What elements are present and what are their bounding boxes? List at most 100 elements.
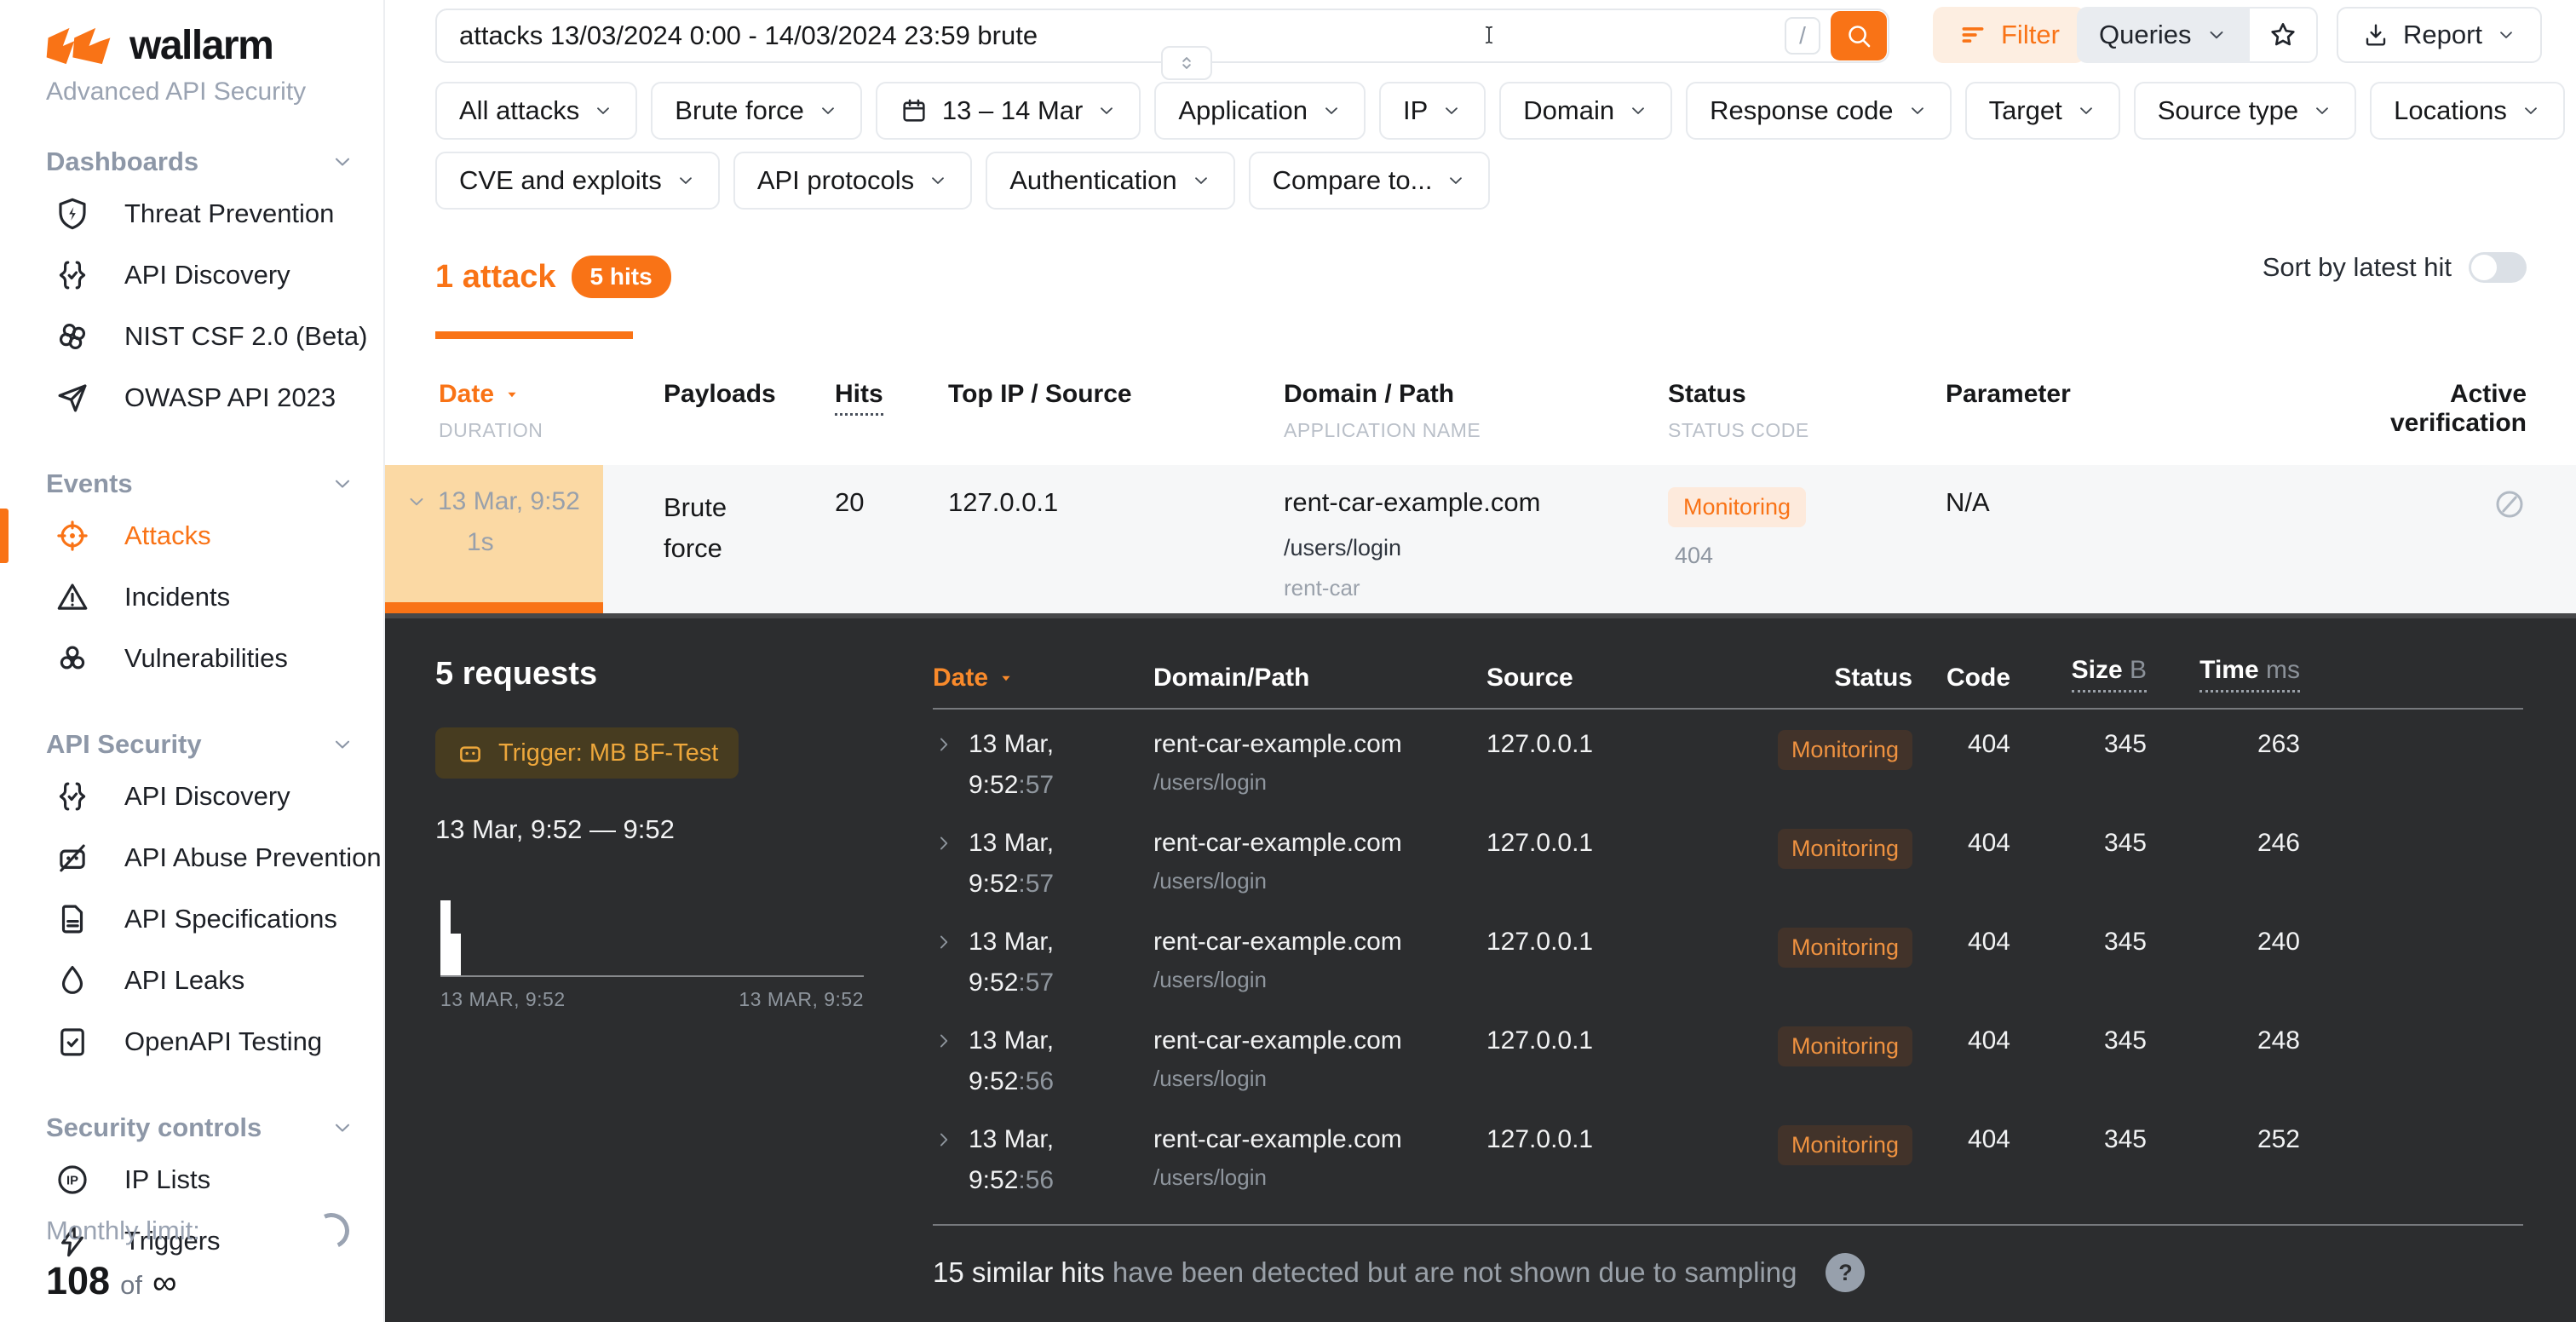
chevron-down-icon <box>1321 101 1342 121</box>
chip-authentication[interactable]: Authentication <box>986 152 1234 210</box>
chart-bar-2 <box>451 934 461 975</box>
filter-chips-row-1: All attacks Brute force 13 – 14 Mar Appl… <box>435 82 2565 140</box>
chip-cve-exploits[interactable]: CVE and exploits <box>435 152 720 210</box>
sidebar-section-security-controls[interactable]: Security controls <box>0 1106 383 1149</box>
chevron-down-icon <box>1446 170 1466 191</box>
shield-bolt-icon <box>55 196 90 232</box>
col-source: Source <box>1486 664 1772 693</box>
text-cursor <box>1478 14 1500 56</box>
sort-by-latest-hit: Sort by latest hit <box>2263 252 2527 283</box>
target-icon <box>55 518 90 554</box>
download-icon <box>2362 21 2389 49</box>
brand[interactable]: wallarm <box>0 22 383 69</box>
attacks-summary-tab[interactable]: 1 attack 5 hits <box>435 256 671 298</box>
active-verification-cell[interactable] <box>2493 487 2527 613</box>
favorite-query-button[interactable] <box>2250 7 2318 63</box>
request-row[interactable]: 13 Mar, 9:52:56 rent-car-example.com /us… <box>933 1006 2523 1105</box>
search-button[interactable] <box>1831 11 1887 60</box>
sidebar-item-incidents[interactable]: Incidents <box>0 566 383 628</box>
chevron-right-icon[interactable] <box>933 1129 955 1151</box>
sidebar-item-ip-lists[interactable]: IP Lists <box>0 1149 383 1210</box>
chip-ip[interactable]: IP <box>1379 82 1486 140</box>
chip-api-protocols[interactable]: API protocols <box>733 152 972 210</box>
sidebar-item-api-discovery-2[interactable]: API Discovery <box>0 766 383 827</box>
sidebar-item-api-discovery[interactable]: API Discovery <box>0 244 383 306</box>
attack-details-panel: 5 requests Trigger: MB BF-Test 13 Mar, 9… <box>385 613 2576 1322</box>
chip-domain[interactable]: Domain <box>1499 82 1672 140</box>
sidebar-item-vulnerabilities[interactable]: Vulnerabilities <box>0 628 383 689</box>
filter-button[interactable]: Filter <box>1933 7 2085 63</box>
chip-application[interactable]: Application <box>1154 82 1366 140</box>
chevron-down-icon <box>1628 101 1648 121</box>
search-input[interactable] <box>437 20 1785 52</box>
attack-count-label: 1 attack <box>435 259 556 296</box>
chevron-down-icon <box>331 1116 354 1140</box>
chevron-right-icon[interactable] <box>933 733 955 756</box>
chevron-right-icon[interactable] <box>933 1030 955 1052</box>
sidebar-item-threat-prevention[interactable]: Threat Prevention <box>0 183 383 244</box>
sidebar-section-api-security[interactable]: API Security <box>0 723 383 766</box>
sort-toggle[interactable] <box>2469 252 2527 283</box>
report-button[interactable]: Report <box>2337 7 2542 63</box>
request-row[interactable]: 13 Mar, 9:52:56 rent-car-example.com /us… <box>933 1105 2523 1204</box>
chevron-down-icon <box>1096 101 1117 121</box>
queries-button[interactable]: Queries <box>2077 7 2250 63</box>
chevron-down-icon <box>405 491 428 513</box>
monthly-limit-label: Monthly limit: <box>46 1216 200 1246</box>
chip-date-range[interactable]: 13 – 14 Mar <box>876 82 1141 140</box>
sidebar-item-openapi-testing[interactable]: OpenAPI Testing <box>0 1011 383 1072</box>
chip-response-code[interactable]: Response code <box>1686 82 1951 140</box>
chip-brute-force[interactable]: Brute force <box>651 82 862 140</box>
request-row[interactable]: 13 Mar, 9:52:57 rent-car-example.com /us… <box>933 710 2523 808</box>
request-row[interactable]: 13 Mar, 9:52:57 rent-car-example.com /us… <box>933 808 2523 907</box>
sidebar-item-api-abuse-prevention[interactable]: API Abuse Prevention <box>0 827 383 888</box>
requests-table: Date Domain/Path Source Status Code Size… <box>933 656 2523 1292</box>
hits-badge: 5 hits <box>572 256 671 298</box>
col-date[interactable]: Date <box>933 664 1153 693</box>
trigger-badge[interactable]: Trigger: MB BF-Test <box>435 727 739 779</box>
sidebar-item-attacks[interactable]: Attacks <box>0 505 383 566</box>
request-row[interactable]: 13 Mar, 9:52:57 rent-car-example.com /us… <box>933 907 2523 1006</box>
sidebar-item-api-leaks[interactable]: API Leaks <box>0 950 383 1011</box>
status-badge: Monitoring <box>1778 1026 1912 1066</box>
chip-source-type[interactable]: Source type <box>2134 82 2356 140</box>
sidebar-section-events[interactable]: Events <box>0 463 383 505</box>
col-domain: Domain / Path APPLICATION NAME <box>1284 380 1668 442</box>
sort-label: Sort by latest hit <box>2263 252 2452 283</box>
attack-row[interactable]: 13 Mar, 9:52 1s Brute force 20 127.0.0.1… <box>385 465 2576 613</box>
sidebar-item-api-specifications[interactable]: API Specifications <box>0 888 383 950</box>
chart-bar-1 <box>440 900 451 975</box>
brand-subtitle: Advanced API Security <box>0 78 383 106</box>
chevron-down-icon <box>1191 170 1211 191</box>
chevron-down-icon <box>818 101 838 121</box>
clipboard-check-icon <box>55 1024 90 1060</box>
help-icon[interactable]: ? <box>1826 1253 1865 1292</box>
chip-locations[interactable]: Locations <box>2370 82 2565 140</box>
sidebar-item-nist-csf[interactable]: NIST CSF 2.0 (Beta) <box>0 306 383 367</box>
chevron-down-icon <box>331 472 354 496</box>
active-tab-indicator <box>435 331 633 339</box>
infinity-icon: ∞ <box>152 1264 177 1302</box>
sidebar-section-dashboards[interactable]: Dashboards <box>0 141 383 183</box>
chip-all-attacks[interactable]: All attacks <box>435 82 637 140</box>
col-date[interactable]: Date DURATION <box>439 380 664 442</box>
chip-compare-to[interactable]: Compare to... <box>1249 152 1491 210</box>
paper-plane-icon <box>55 380 90 416</box>
filter-icon <box>1958 20 1987 49</box>
col-size[interactable]: Size B <box>2010 656 2147 693</box>
chevron-down-icon <box>1907 101 1928 121</box>
attack-domain[interactable]: rent-car-example.com <box>1284 487 1668 518</box>
col-domain-path: Domain/Path <box>1153 664 1486 693</box>
calendar-icon <box>900 96 929 125</box>
col-payloads: Payloads <box>664 380 835 442</box>
col-time[interactable]: Time ms <box>2147 656 2300 693</box>
search-icon <box>1844 21 1873 50</box>
chevron-right-icon[interactable] <box>933 931 955 953</box>
collapse-filters-button[interactable] <box>1161 46 1212 80</box>
chip-target[interactable]: Target <box>1965 82 2120 140</box>
chevron-right-icon[interactable] <box>933 832 955 854</box>
status-badge: Monitoring <box>1778 1125 1912 1165</box>
col-hits[interactable]: Hits <box>835 380 948 442</box>
sidebar-item-owasp-api[interactable]: OWASP API 2023 <box>0 367 383 428</box>
queries-split-button: Queries <box>2077 7 2318 63</box>
